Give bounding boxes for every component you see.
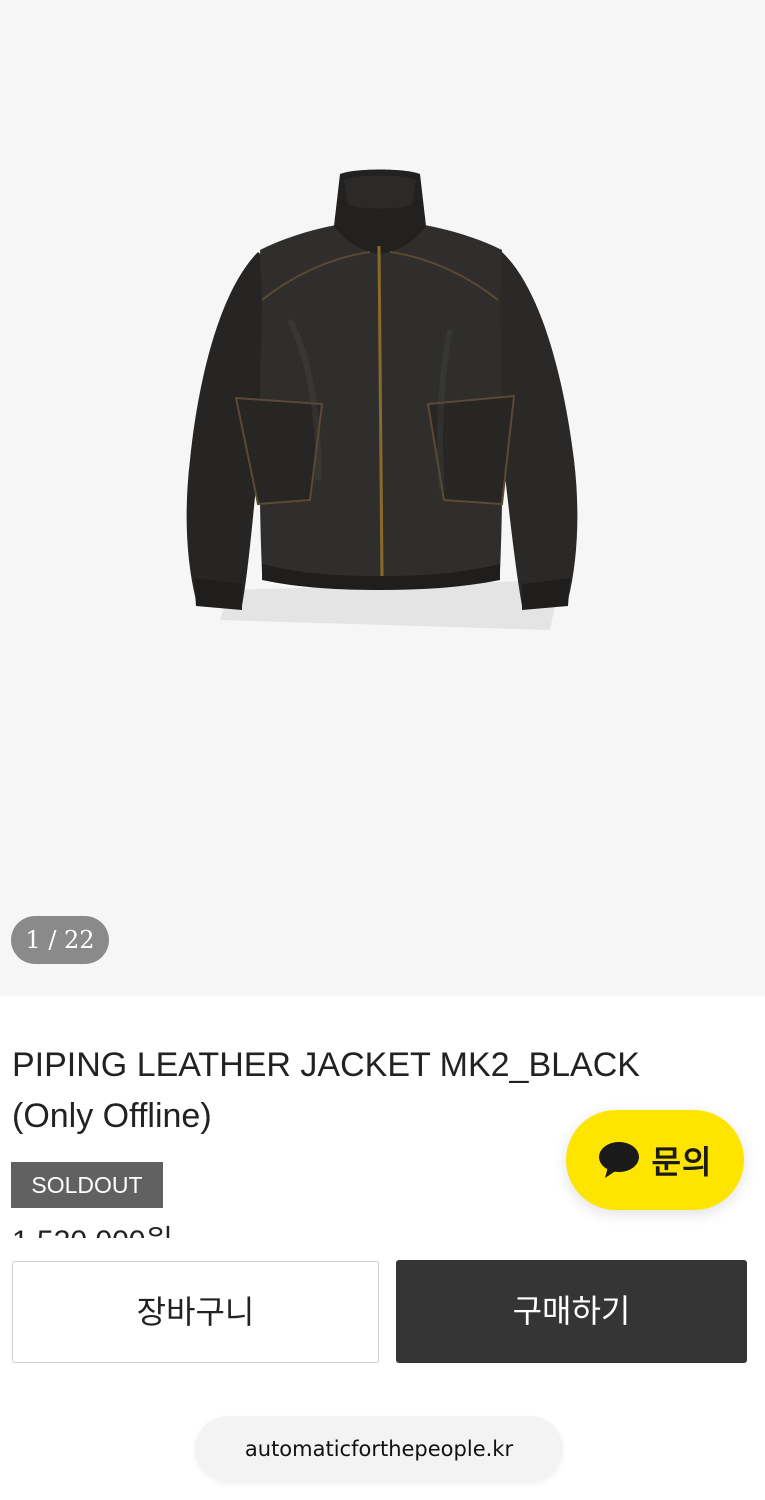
add-to-cart-button[interactable]: 장바구니 — [12, 1261, 379, 1363]
product-image-gallery[interactable]: 1 / 22 — [0, 0, 765, 996]
inquiry-label: 문의 — [651, 1143, 713, 1181]
inquiry-chat-button[interactable]: 문의 — [566, 1110, 744, 1210]
product-title-line-1: PIPING LEATHER JACKET MK2_BLACK — [12, 1046, 640, 1084]
product-price: 1,530,000원 — [12, 1222, 412, 1238]
slide-counter: 1 / 22 — [11, 916, 109, 964]
product-page: 1 / 22 PIPING LEATHER JACKET MK2_BLACK (… — [0, 0, 765, 1500]
soldout-badge: SOLDOUT — [11, 1162, 163, 1208]
buy-now-button[interactable]: 구매하기 — [396, 1260, 747, 1363]
chat-bubble-icon — [598, 1142, 639, 1178]
bottom-action-bar: 장바구니 구매하기 automaticforthepeople.kr — [0, 1240, 765, 1500]
browser-url-bar[interactable]: automaticforthepeople.kr — [195, 1416, 563, 1482]
price-area: 1,530,000원 — [12, 1222, 412, 1238]
product-image — [186, 169, 578, 630]
